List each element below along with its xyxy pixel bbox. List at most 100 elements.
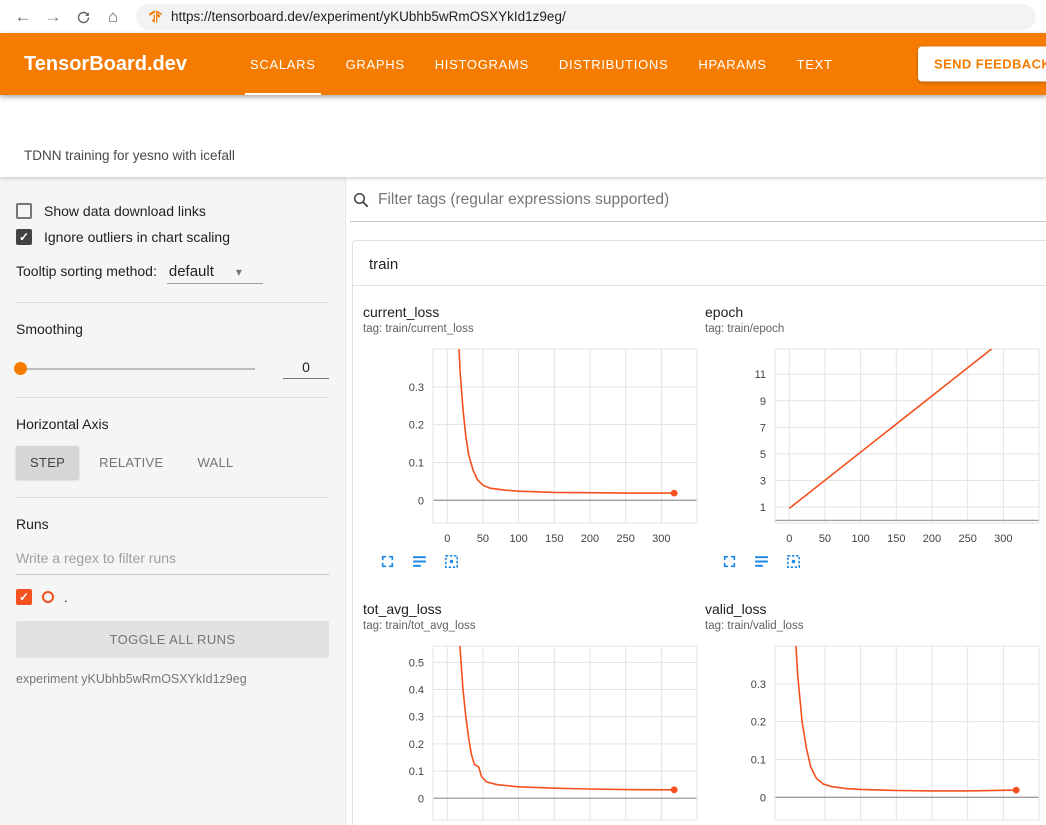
svg-text:0.2: 0.2	[751, 717, 766, 729]
svg-text:0: 0	[760, 792, 766, 804]
app-title[interactable]: TensorBoard.dev	[24, 53, 187, 76]
expand-icon[interactable]	[721, 553, 738, 575]
toggle-all-runs-button[interactable]: TOGGLE ALL RUNS	[16, 621, 329, 658]
svg-text:100: 100	[851, 533, 869, 545]
svg-text:100: 100	[509, 533, 527, 545]
chart-toolbar	[363, 553, 701, 575]
ignore-outliers-checkbox[interactable]: ✓ Ignore outliers in chart scaling	[16, 229, 329, 245]
chart-title: tot_avg_loss	[363, 601, 701, 617]
tooltip-sorting-label: Tooltip sorting method:	[16, 263, 157, 279]
expand-icon[interactable]	[379, 553, 396, 575]
svg-text:200: 200	[581, 533, 599, 545]
svg-text:150: 150	[545, 533, 563, 545]
tooltip-sorting-row: Tooltip sorting method: default ▾	[16, 263, 329, 284]
chart-plot[interactable]: 05010015020025030000.10.20.30.40.5	[363, 640, 701, 825]
run-selector-icon[interactable]	[411, 553, 428, 575]
svg-text:7: 7	[760, 422, 766, 434]
search-icon	[352, 191, 370, 209]
tag-filter-input[interactable]	[378, 191, 1046, 209]
chart-plot[interactable]: 0501001502002503001357911	[705, 343, 1043, 551]
back-icon[interactable]: ←	[10, 0, 36, 33]
tab-hparams[interactable]: HPARAMS	[683, 33, 781, 95]
nav-tabs: SCALARSGRAPHSHISTOGRAMSDISTRIBUTIONSHPAR…	[235, 33, 848, 95]
forward-icon[interactable]: →	[40, 0, 66, 33]
tooltip-sorting-dropdown[interactable]: default ▾	[167, 263, 263, 284]
smoothing-slider[interactable]	[16, 368, 255, 370]
tag-filter-row	[350, 187, 1046, 222]
svg-text:300: 300	[994, 533, 1012, 545]
divider	[16, 497, 329, 498]
scalars-dashboard: train current_losstag: train/current_los…	[346, 177, 1046, 825]
tab-text[interactable]: TEXT	[782, 33, 848, 95]
chart-toolbar	[705, 553, 1043, 575]
checkbox-label: Ignore outliers in chart scaling	[44, 229, 230, 245]
dropdown-value: default	[169, 263, 214, 280]
tag-group-title[interactable]: train	[353, 241, 1046, 286]
svg-text:0: 0	[786, 533, 792, 545]
tab-graphs[interactable]: GRAPHS	[331, 33, 420, 95]
experiment-title: TDNN training for yesno with icefall	[24, 148, 235, 163]
run-selector-icon[interactable]	[753, 553, 770, 575]
smoothing-row: 0	[16, 359, 329, 379]
checkbox-checked-icon[interactable]: ✓	[16, 229, 32, 245]
relative-axis-button[interactable]: RELATIVE	[85, 446, 177, 479]
tab-distributions[interactable]: DISTRIBUTIONS	[544, 33, 684, 95]
run-color-icon	[42, 591, 54, 603]
run-checkbox-checked-icon[interactable]: ✓	[16, 589, 32, 605]
svg-text:5: 5	[760, 449, 766, 461]
show-download-links-checkbox[interactable]: Show data download links	[16, 203, 329, 219]
wall-axis-button[interactable]: WALL	[183, 446, 247, 479]
url-text: https://tensorboard.dev/experiment/yKUbh…	[171, 9, 566, 24]
experiment-title-bar: TDNN training for yesno with icefall	[0, 95, 1046, 177]
runs-label: Runs	[16, 516, 329, 532]
send-feedback-button[interactable]: SEND FEEDBACK	[918, 47, 1046, 82]
svg-text:50: 50	[477, 533, 489, 545]
checkbox-unchecked-icon[interactable]	[16, 203, 32, 219]
chart-plot[interactable]: 05010015020025030000.10.20.3	[363, 343, 701, 551]
chart-title: current_loss	[363, 304, 701, 320]
svg-text:0: 0	[418, 495, 424, 507]
slider-knob-icon[interactable]	[14, 362, 27, 375]
experiment-caption: experiment yKUbhb5wRmOSXYkId1z9eg	[16, 672, 329, 686]
svg-text:0.3: 0.3	[409, 382, 424, 394]
run-item[interactable]: ✓ .	[16, 589, 329, 605]
checkbox-label: Show data download links	[44, 203, 206, 219]
chart-card-epoch: epochtag: train/epoch0501001502002503001…	[705, 304, 1043, 575]
svg-text:150: 150	[887, 533, 905, 545]
svg-text:200: 200	[923, 533, 941, 545]
chart-title: valid_loss	[705, 601, 1043, 617]
horizontal-axis-label: Horizontal Axis	[16, 416, 329, 432]
chart-tag: tag: train/valid_loss	[705, 620, 1043, 632]
reload-icon[interactable]	[70, 0, 96, 33]
app-header: TensorBoard.dev SCALARSGRAPHSHISTOGRAMSD…	[0, 33, 1046, 95]
tab-scalars[interactable]: SCALARS	[235, 33, 331, 95]
smoothing-value[interactable]: 0	[283, 359, 329, 379]
svg-text:0.2: 0.2	[409, 739, 424, 751]
tensorboard-favicon-icon	[148, 9, 163, 24]
horizontal-axis-buttons: STEP RELATIVE WALL	[16, 446, 329, 479]
tab-histograms[interactable]: HISTOGRAMS	[420, 33, 544, 95]
svg-text:0.4: 0.4	[409, 685, 424, 697]
step-axis-button[interactable]: STEP	[16, 446, 79, 479]
svg-text:0.3: 0.3	[751, 679, 766, 691]
smoothing-label: Smoothing	[16, 321, 329, 337]
home-icon[interactable]: ⌂	[100, 0, 126, 33]
chart-tag: tag: train/epoch	[705, 323, 1043, 335]
svg-text:0.3: 0.3	[409, 712, 424, 724]
svg-text:0.1: 0.1	[751, 754, 766, 766]
fit-domain-icon[interactable]	[785, 553, 802, 575]
svg-text:0.1: 0.1	[409, 457, 424, 469]
content-layout: Show data download links ✓ Ignore outlie…	[0, 177, 1046, 825]
chart-card-tot_avg_loss: tot_avg_losstag: train/tot_avg_loss05010…	[363, 601, 701, 825]
chart-card-current_loss: current_losstag: train/current_loss05010…	[363, 304, 701, 575]
svg-text:300: 300	[652, 533, 670, 545]
chart-tag: tag: train/tot_avg_loss	[363, 620, 701, 632]
svg-text:0.5: 0.5	[409, 657, 424, 669]
svg-text:0: 0	[418, 793, 424, 805]
runs-filter-input[interactable]	[16, 544, 329, 575]
address-bar[interactable]: https://tensorboard.dev/experiment/yKUbh…	[136, 4, 1036, 30]
fit-domain-icon[interactable]	[443, 553, 460, 575]
svg-text:1: 1	[760, 502, 766, 514]
svg-text:250: 250	[616, 533, 634, 545]
chart-plot[interactable]: 5010015020025030000.10.20.3	[705, 640, 1043, 825]
